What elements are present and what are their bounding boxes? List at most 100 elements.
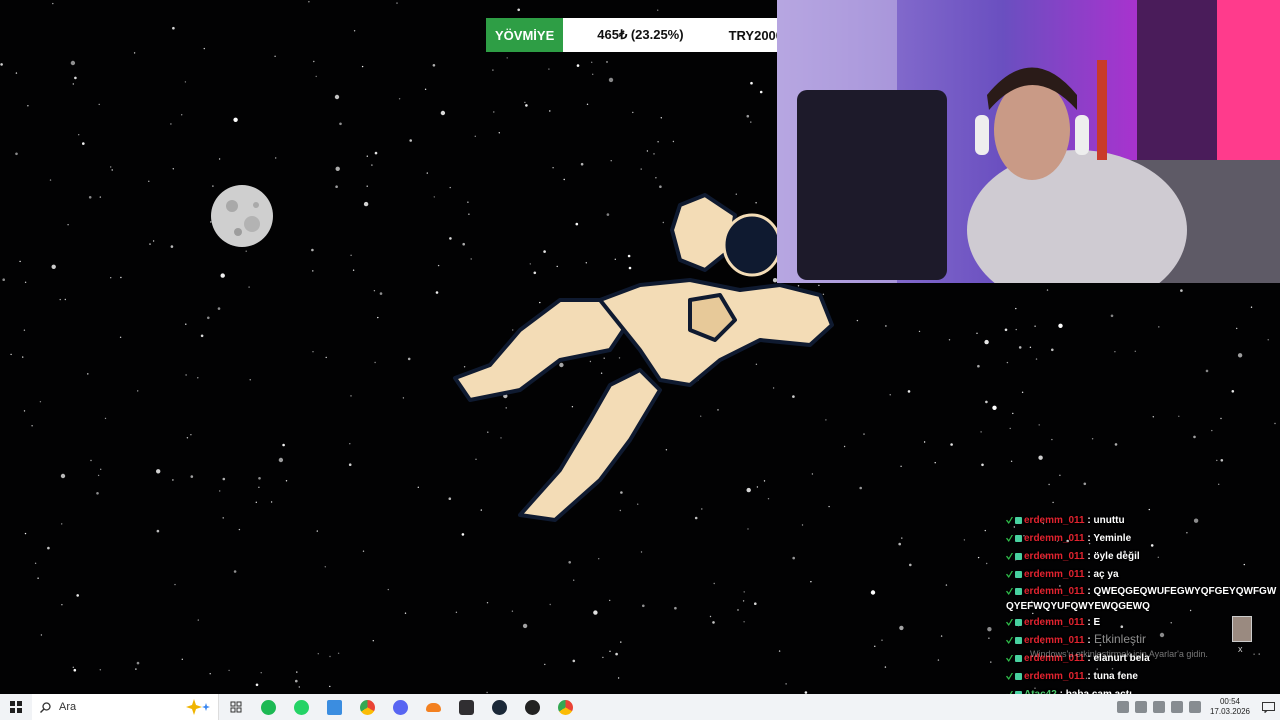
- tray-chevron-icon[interactable]: [1116, 701, 1129, 713]
- taskbar-app-unity[interactable]: [516, 694, 549, 720]
- ticker-tag: YÖVMİYE: [486, 18, 564, 52]
- chat-username[interactable]: erdemm_011: [1024, 569, 1085, 580]
- star: [1091, 438, 1094, 440]
- star: [233, 570, 237, 573]
- notification-close-button[interactable]: x: [1238, 644, 1243, 654]
- star: [362, 550, 365, 552]
- taskbar-app-chrome[interactable]: [351, 694, 384, 720]
- keyboard-icon[interactable]: [1188, 701, 1201, 713]
- star: [797, 285, 800, 287]
- tray-app-icon[interactable]: [1134, 701, 1147, 713]
- taskbar-app-spotify[interactable]: [252, 694, 285, 720]
- star: [559, 362, 564, 368]
- star: [172, 26, 175, 30]
- star: [981, 463, 984, 467]
- whatsapp-icon: [294, 699, 309, 715]
- taskbar-app-cloud[interactable]: [417, 694, 450, 720]
- star: [529, 263, 531, 265]
- taskbar-search[interactable]: Ara: [32, 694, 219, 720]
- star: [900, 465, 902, 467]
- chat-username[interactable]: erdemm_011: [1024, 551, 1085, 562]
- chat-separator: :: [1084, 671, 1094, 682]
- notification-center-button[interactable]: [1256, 694, 1280, 720]
- taskbar-app-discord[interactable]: [384, 694, 417, 720]
- star: [694, 516, 698, 520]
- chat-username[interactable]: erdemm_011: [1024, 586, 1085, 597]
- star: [245, 250, 247, 252]
- chat-username[interactable]: erdemm_011: [1024, 533, 1085, 544]
- star: [963, 539, 966, 541]
- taskbar-app-files[interactable]: [318, 694, 351, 720]
- star: [185, 323, 187, 325]
- star: [40, 634, 43, 636]
- star: [712, 621, 715, 624]
- star: [1218, 483, 1220, 485]
- windows-activation-subtitle: Windows'u etkinleştirmek için Ayarlar'a …: [1030, 649, 1208, 659]
- star: [329, 655, 331, 658]
- star: [15, 152, 18, 156]
- chat-username[interactable]: erdemm_011: [1024, 671, 1085, 682]
- star: [387, 588, 389, 591]
- star: [759, 90, 763, 94]
- star: [337, 652, 340, 654]
- chat-username[interactable]: erdemm_011: [1024, 515, 1085, 526]
- star: [238, 528, 241, 531]
- star: [373, 290, 376, 292]
- discord-icon: [393, 699, 408, 715]
- clock-time: 00:54: [1219, 697, 1240, 706]
- star: [608, 77, 614, 83]
- star: [135, 668, 137, 670]
- obs-icon: [459, 699, 474, 715]
- earnings-ticker: YÖVMİYE 465₺ (23.25%) TRY2000: [486, 18, 787, 52]
- star: [889, 394, 891, 396]
- chat-message: erdemm_011 : aç ya: [1006, 566, 1278, 584]
- star: [810, 581, 812, 583]
- star: [432, 64, 436, 67]
- star: [825, 419, 827, 421]
- star: [615, 652, 618, 656]
- star: [585, 262, 587, 264]
- star: [404, 612, 407, 614]
- star: [350, 254, 352, 256]
- star: [600, 372, 603, 374]
- star: [76, 594, 79, 597]
- taskbar-app-whatsapp[interactable]: [285, 694, 318, 720]
- taskbar-app-obs[interactable]: [450, 694, 483, 720]
- check-badge-icon: [1006, 553, 1013, 560]
- volume-icon[interactable]: [1170, 701, 1183, 713]
- network-icon[interactable]: [1152, 701, 1165, 713]
- star: [1034, 325, 1036, 327]
- star: [137, 390, 139, 392]
- star: [632, 111, 634, 114]
- star: [586, 103, 589, 106]
- star: [361, 65, 364, 68]
- star: [10, 353, 12, 356]
- chat-username[interactable]: erdemm_011: [1024, 617, 1085, 628]
- notification-thumbnail[interactable]: [1232, 616, 1252, 642]
- star: [792, 556, 795, 560]
- star: [353, 30, 356, 32]
- star: [563, 178, 565, 181]
- star: [426, 172, 428, 174]
- star: [190, 434, 192, 436]
- star: [437, 264, 440, 267]
- star: [417, 486, 419, 488]
- start-button[interactable]: [0, 694, 32, 720]
- star: [899, 625, 904, 631]
- taskbar-app-chrome-profile[interactable]: [549, 694, 582, 720]
- taskbar-clock[interactable]: 00:54 17.03.2026: [1210, 697, 1250, 717]
- star: [940, 635, 943, 637]
- star: [1038, 424, 1040, 426]
- unity-icon: [525, 699, 540, 715]
- star: [1250, 306, 1253, 308]
- taskbar-app-steam[interactable]: [483, 694, 516, 720]
- star: [1012, 412, 1014, 415]
- star: [986, 562, 988, 565]
- star: [1114, 443, 1118, 446]
- task-view-button[interactable]: [219, 694, 252, 720]
- star: [282, 443, 285, 447]
- chat-username[interactable]: erdemm_011: [1024, 635, 1085, 646]
- star: [64, 298, 67, 301]
- chat-separator: :: [1084, 515, 1094, 526]
- chat-message: erdemm_011 : QWEQGEQWUFEGWYQFGEYQWFGWQYE…: [1006, 584, 1278, 614]
